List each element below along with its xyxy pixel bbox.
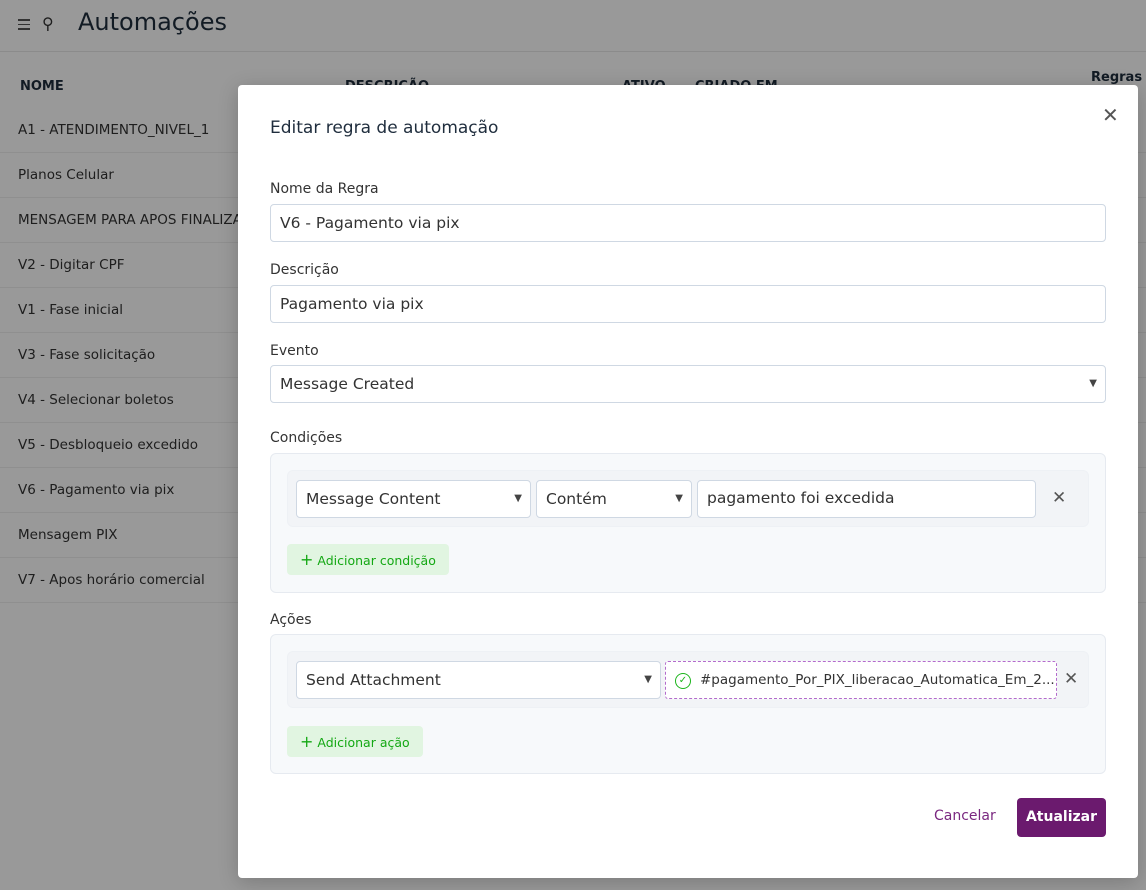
chevron-down-icon: ▼: [675, 493, 683, 504]
action-type-value: Send Attachment: [306, 671, 441, 689]
event-label: Evento: [270, 343, 319, 359]
actions-box: Send Attachment ▼ ✓ #pagamento_Por_PIX_lib…: [270, 634, 1106, 774]
rule-name-input[interactable]: V6 - Pagamento via pix: [270, 204, 1106, 242]
conditions-box: Message Content ▼ Contém ▼ pagamento foi e…: [270, 453, 1106, 593]
chevron-down-icon: ▼: [1089, 378, 1097, 389]
chevron-down-icon: ▼: [514, 493, 522, 504]
check-circle-icon: ✓: [675, 673, 691, 689]
close-icon[interactable]: ✕: [1102, 103, 1119, 127]
action-row: Send Attachment ▼ ✓ #pagamento_Por_PIX_lib…: [287, 651, 1089, 708]
cancel-button[interactable]: Cancelar: [934, 808, 996, 824]
condition-value-input[interactable]: pagamento foi excedida: [697, 480, 1036, 518]
actions-label: Ações: [270, 612, 312, 628]
conditions-label: Condições: [270, 430, 343, 446]
remove-condition-icon[interactable]: ✕: [1052, 488, 1066, 508]
add-condition-label: Adicionar condição: [317, 553, 436, 568]
attachment-file[interactable]: ✓ #pagamento_Por_PIX_liberacao_Automatica…: [665, 661, 1057, 699]
event-select[interactable]: Message Created ▼: [270, 365, 1106, 403]
remove-action-icon[interactable]: ✕: [1064, 669, 1078, 689]
edit-rule-modal: ✕ Editar regra de automação Nome da Regr…: [238, 85, 1138, 878]
description-input[interactable]: Pagamento via pix: [270, 285, 1106, 323]
condition-attribute-select[interactable]: Message Content ▼: [296, 480, 531, 518]
attribute-value: Message Content: [306, 490, 441, 508]
desc-label: Descrição: [270, 262, 339, 278]
operator-value: Contém: [546, 490, 607, 508]
chevron-down-icon: ▼: [644, 674, 652, 685]
add-condition-button[interactable]: + Adicionar condição: [287, 544, 449, 575]
plus-icon: +: [300, 550, 314, 569]
plus-icon: +: [300, 732, 314, 751]
add-action-label: Adicionar ação: [317, 735, 410, 750]
action-type-select[interactable]: Send Attachment ▼: [296, 661, 661, 699]
event-value: Message Created: [280, 375, 415, 393]
modal-title: Editar regra de automação: [270, 118, 499, 138]
condition-operator-select[interactable]: Contém ▼: [536, 480, 692, 518]
condition-row: Message Content ▼ Contém ▼ pagamento foi e…: [287, 470, 1089, 527]
attachment-name: #pagamento_Por_PIX_liberacao_Automatica_…: [700, 672, 1055, 688]
update-button[interactable]: Atualizar: [1017, 798, 1106, 837]
add-action-button[interactable]: + Adicionar ação: [287, 726, 423, 757]
name-label: Nome da Regra: [270, 181, 379, 197]
